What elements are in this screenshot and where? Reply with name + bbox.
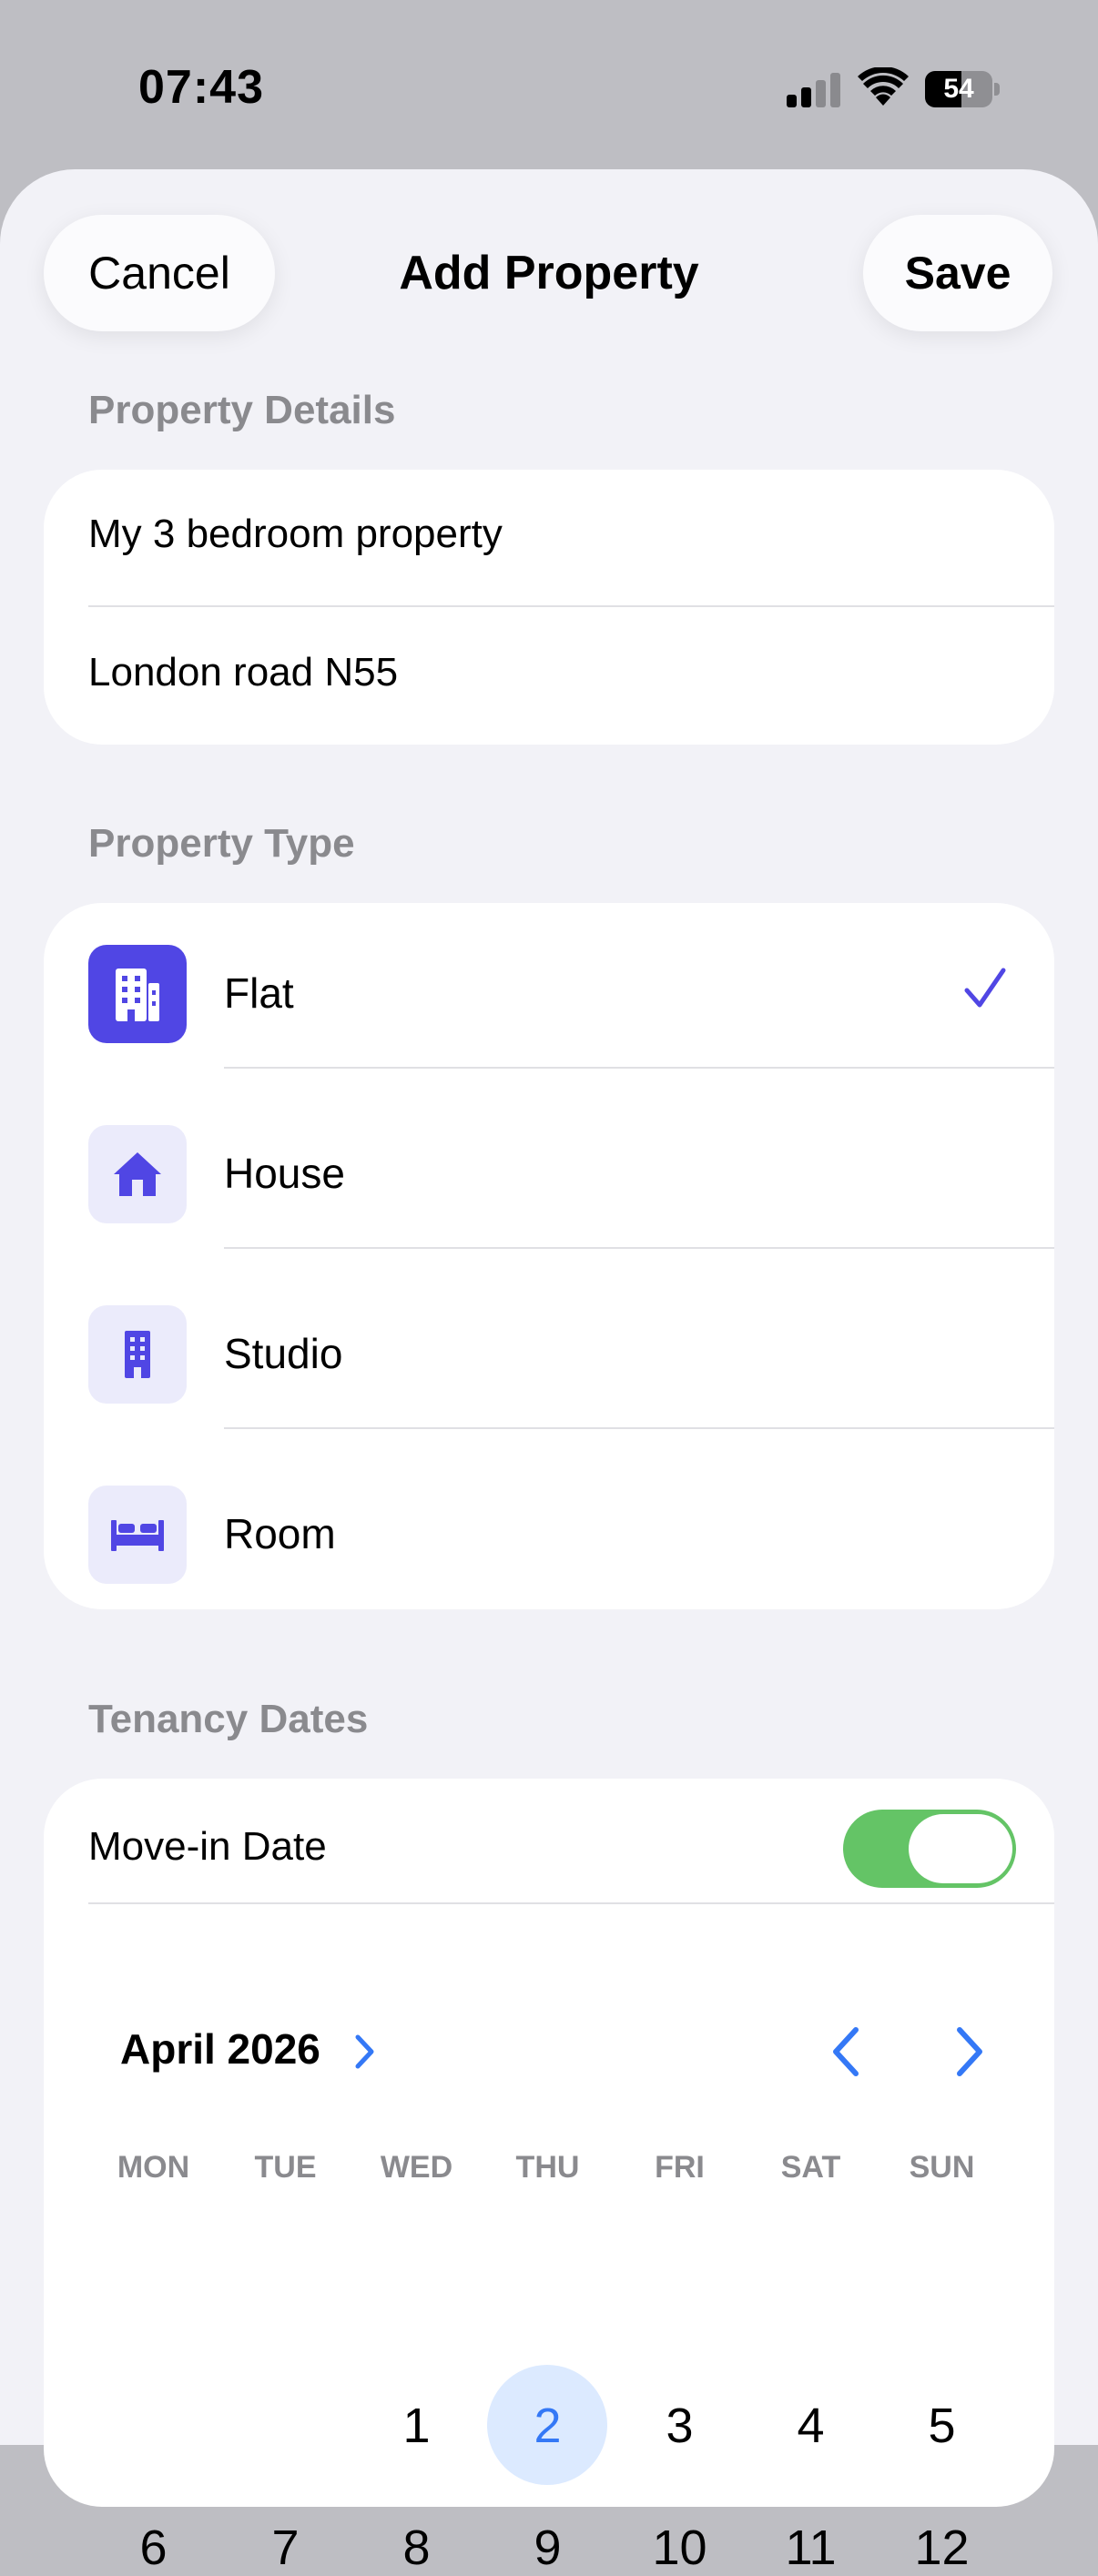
- bed-icon: [88, 1486, 187, 1584]
- cellular-signal-icon: [787, 71, 841, 107]
- property-type-card: Flat House Studio Room: [44, 903, 1054, 1609]
- previous-month-chevron-icon[interactable]: [829, 2024, 865, 2079]
- property-type-label: Flat: [224, 969, 294, 1017]
- battery-icon: 54: [925, 71, 1000, 107]
- property-type-label: Room: [224, 1510, 336, 1557]
- calendar-day[interactable]: 8: [351, 2520, 483, 2576]
- move-in-date-toggle[interactable]: [843, 1810, 1016, 1888]
- property-name-field[interactable]: My 3 bedroom property: [88, 512, 503, 557]
- building-icon: [88, 945, 187, 1043]
- weekday-label: TUE: [254, 2150, 317, 2185]
- calendar-weekday-row: MON TUE WED THU FRI SAT SUN: [44, 2150, 1054, 2196]
- weekday-label: THU: [515, 2150, 580, 2185]
- divider: [224, 1427, 1054, 1429]
- weekday-label: WED: [380, 2150, 453, 2185]
- calendar-month-label[interactable]: April 2026: [120, 2024, 320, 2074]
- calendar-day[interactable]: 1: [351, 2398, 483, 2454]
- add-property-sheet: Cancel Add Property Save Property Detail…: [0, 169, 1098, 2575]
- divider: [224, 1067, 1054, 1069]
- battery-percentage: 54: [943, 74, 974, 104]
- calendar-day[interactable]: 9: [482, 2520, 614, 2576]
- calendar-day[interactable]: 11: [745, 2520, 877, 2576]
- section-header-property-details: Property Details: [88, 388, 396, 432]
- wifi-icon: [858, 67, 909, 106]
- chevron-right-small-icon: [355, 2034, 374, 2069]
- calendar-day-selected[interactable]: 2: [482, 2398, 614, 2454]
- toggle-knob: [909, 1814, 1012, 1883]
- house-icon: [88, 1125, 187, 1223]
- next-month-chevron-icon[interactable]: [951, 2024, 987, 2079]
- weekday-label: SUN: [909, 2150, 975, 2185]
- section-header-property-type: Property Type: [88, 821, 355, 866]
- calendar-day[interactable]: 5: [876, 2398, 1008, 2454]
- divider: [88, 605, 1054, 607]
- status-time: 07:43: [138, 61, 264, 114]
- property-address-field[interactable]: London road N55: [88, 650, 398, 695]
- move-in-date-label: Move-in Date: [88, 1824, 327, 1869]
- property-type-label: Studio: [224, 1330, 343, 1377]
- weekday-label: SAT: [780, 2150, 841, 2185]
- studio-building-icon: [88, 1305, 187, 1404]
- calendar-day[interactable]: 12: [876, 2520, 1008, 2576]
- property-details-card: My 3 bedroom property London road N55: [44, 470, 1054, 745]
- calendar-day[interactable]: 10: [614, 2520, 746, 2576]
- save-button[interactable]: Save: [863, 215, 1052, 331]
- divider: [88, 1902, 1054, 1904]
- divider: [224, 1247, 1054, 1249]
- tenancy-dates-card: Move-in Date April 2026 MON TUE WED THU …: [44, 1779, 1054, 2575]
- status-bar: 07:43 54: [0, 0, 1098, 173]
- section-header-tenancy-dates: Tenancy Dates: [88, 1697, 369, 1741]
- calendar-day[interactable]: 7: [219, 2520, 351, 2576]
- weekday-label: FRI: [655, 2150, 705, 2185]
- calendar-day[interactable]: 6: [87, 2520, 219, 2576]
- weekday-label: MON: [117, 2150, 190, 2185]
- calendar-day[interactable]: 3: [614, 2398, 746, 2454]
- calendar-day[interactable]: 4: [745, 2398, 877, 2454]
- property-type-label: House: [224, 1150, 345, 1197]
- checkmark-icon: [964, 968, 1006, 1008]
